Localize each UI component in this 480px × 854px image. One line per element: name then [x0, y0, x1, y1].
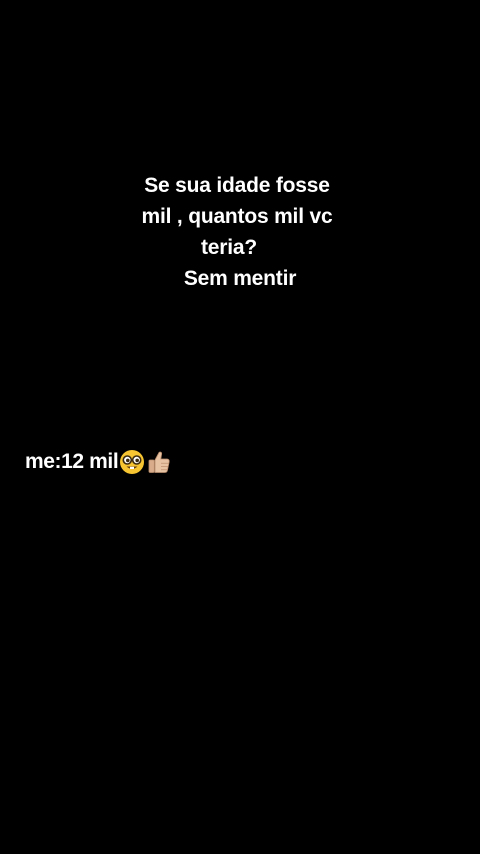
- nerd-face-icon: [120, 450, 145, 474]
- answer-label: me:12 mil: [25, 450, 119, 473]
- thumbs-up-icon: [148, 451, 170, 473]
- question-line-1: Se sua idade fosse: [144, 174, 330, 197]
- question-line-4: Sem mentir: [183, 267, 297, 290]
- question-line-2: mil , quantos mil vc: [141, 205, 333, 228]
- question-text: Se sua idade fosse mil , quantos mil vc …: [0, 170, 480, 294]
- question-line-3: teria?: [201, 236, 257, 259]
- answer-text: me:12 mil: [25, 448, 172, 476]
